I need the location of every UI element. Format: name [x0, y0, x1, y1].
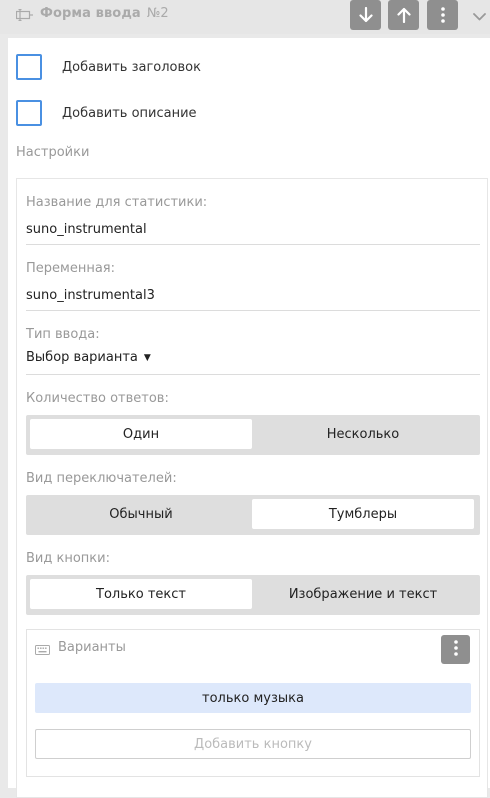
button-view-toggle: Только текст Изображение и текст — [26, 575, 480, 615]
form-card: Добавить заголовок Добавить описание Нас… — [8, 38, 490, 798]
arrow-down-icon — [358, 7, 373, 23]
arrow-up-icon — [396, 7, 411, 23]
answers-one-option[interactable]: Один — [30, 419, 252, 449]
more-vertical-icon — [440, 7, 445, 23]
input-type-label: Тип ввода: — [26, 327, 100, 342]
block-number: №2 — [146, 6, 169, 21]
switch-normal-option[interactable]: Обычный — [30, 499, 252, 529]
add-title-option[interactable]: Добавить заголовок — [16, 54, 476, 84]
answers-count-label: Количество ответов: — [26, 391, 169, 406]
variants-menu-button[interactable] — [441, 635, 470, 664]
settings-title: Настройки — [16, 145, 90, 160]
move-up-button[interactable] — [388, 0, 419, 30]
add-description-option[interactable]: Добавить описание — [16, 100, 476, 130]
add-description-checkbox[interactable] — [16, 100, 42, 126]
more-vertical-icon — [453, 639, 458, 660]
variable-input[interactable]: suno_instrumental3 — [26, 288, 155, 303]
input-type-select[interactable]: Выбор варианта ▼ — [26, 350, 151, 365]
button-view-label: Вид кнопки: — [26, 551, 110, 566]
add-button-button[interactable]: Добавить кнопку — [35, 729, 471, 759]
dropdown-arrow-icon: ▼ — [143, 353, 151, 363]
chevron-down-icon[interactable] — [473, 10, 486, 25]
stat-name-input[interactable]: suno_instrumental — [26, 222, 147, 237]
add-title-label: Добавить заголовок — [62, 60, 201, 75]
variant-button[interactable]: только музыка — [35, 683, 471, 713]
answers-count-toggle: Один Несколько — [26, 415, 480, 455]
answers-multiple-option[interactable]: Несколько — [252, 419, 474, 449]
switch-view-label: Вид переключателей: — [26, 471, 177, 486]
switch-view-toggle: Обычный Тумблеры — [26, 495, 480, 535]
variants-panel: Варианты только музыка Добавить кнопку — [26, 629, 480, 777]
block-title: Форма ввода №2 — [40, 6, 169, 21]
input-form-icon — [15, 8, 33, 22]
variable-underline — [26, 310, 480, 311]
button-text-only-option[interactable]: Только текст — [30, 579, 252, 609]
input-type-underline — [26, 374, 480, 375]
variants-title: Варианты — [58, 640, 126, 655]
keyboard-icon — [35, 644, 50, 659]
variable-label: Переменная: — [26, 261, 115, 276]
switch-toggles-option[interactable]: Тумблеры — [252, 499, 474, 529]
stat-name-label: Название для статистики: — [26, 195, 208, 210]
move-down-button[interactable] — [350, 0, 381, 30]
add-description-label: Добавить описание — [62, 106, 197, 121]
stat-name-underline — [26, 244, 480, 245]
settings-panel: Название для статистики: suno_instrument… — [16, 178, 488, 798]
block-header: Форма ввода №2 — [0, 0, 490, 34]
button-image-text-option[interactable]: Изображение и текст — [252, 579, 474, 609]
add-title-checkbox[interactable] — [16, 54, 42, 80]
block-menu-button[interactable] — [427, 0, 458, 30]
